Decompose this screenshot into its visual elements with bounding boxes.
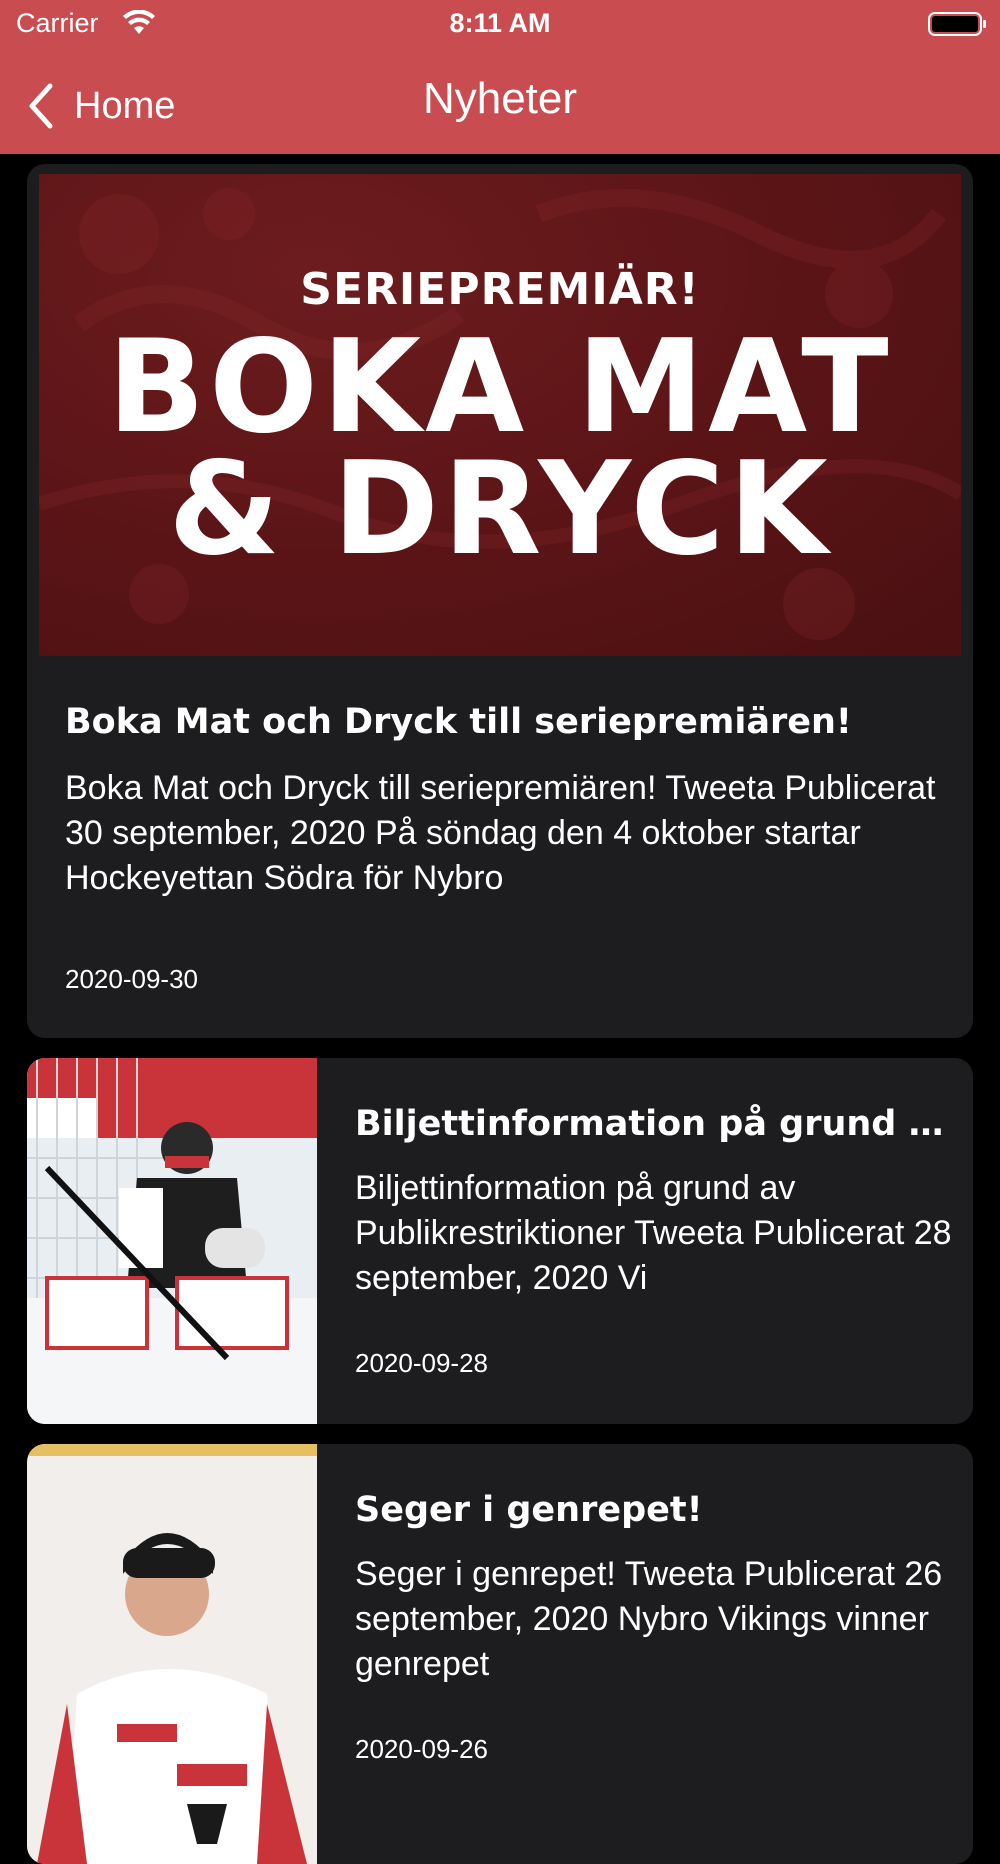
article-date: 2020-09-26 <box>355 1734 488 1764</box>
article-title: Biljettinformation på grund av Publikres… <box>355 1104 945 1144</box>
banner-headline-line2: & DRYCK <box>168 435 832 584</box>
article-title: Seger i genrepet! <box>355 1490 703 1530</box>
article-excerpt: Boka Mat och Dryck till seriepremiären! … <box>65 769 936 897</box>
status-time: 8:11 AM <box>449 8 551 38</box>
article-date: 2020-09-28 <box>355 1348 488 1378</box>
navigation-bar: Home Nyheter <box>0 60 1000 150</box>
article-banner-image: SERIEPREMIÄR! BOKA MAT & DRYCK <box>39 174 961 656</box>
banner-headline-line1: BOKA MAT <box>107 313 893 462</box>
article-thumbnail <box>27 1444 317 1864</box>
article-title: Boka Mat och Dryck till seriepremiären! <box>65 702 852 742</box>
status-bar: Carrier 8:11 AM <box>0 0 1000 50</box>
article-excerpt: Seger i genrepet! Tweeta Publicerat 26 s… <box>355 1555 943 1683</box>
goalie-photo <box>27 1058 317 1424</box>
article-excerpt: Biljettinformation på grund av Publikres… <box>355 1169 952 1297</box>
page-title: Nyheter <box>422 74 578 123</box>
news-card[interactable]: Biljettinformation på grund av Publikres… <box>27 1058 973 1424</box>
news-card-featured[interactable]: SERIEPREMIÄR! BOKA MAT & DRYCK Boka Mat … <box>27 164 973 1038</box>
article-thumbnail <box>27 1058 317 1424</box>
news-card[interactable]: Seger i genrepet! Seger i genrepet! Twee… <box>27 1444 973 1864</box>
battery-icon <box>928 12 986 36</box>
article-date: 2020-09-30 <box>65 964 198 994</box>
banner-kicker: SERIEPREMIÄR! <box>300 264 700 315</box>
header: Carrier 8:11 AM Home Nyheter <box>0 0 1000 154</box>
player-photo <box>27 1444 317 1864</box>
